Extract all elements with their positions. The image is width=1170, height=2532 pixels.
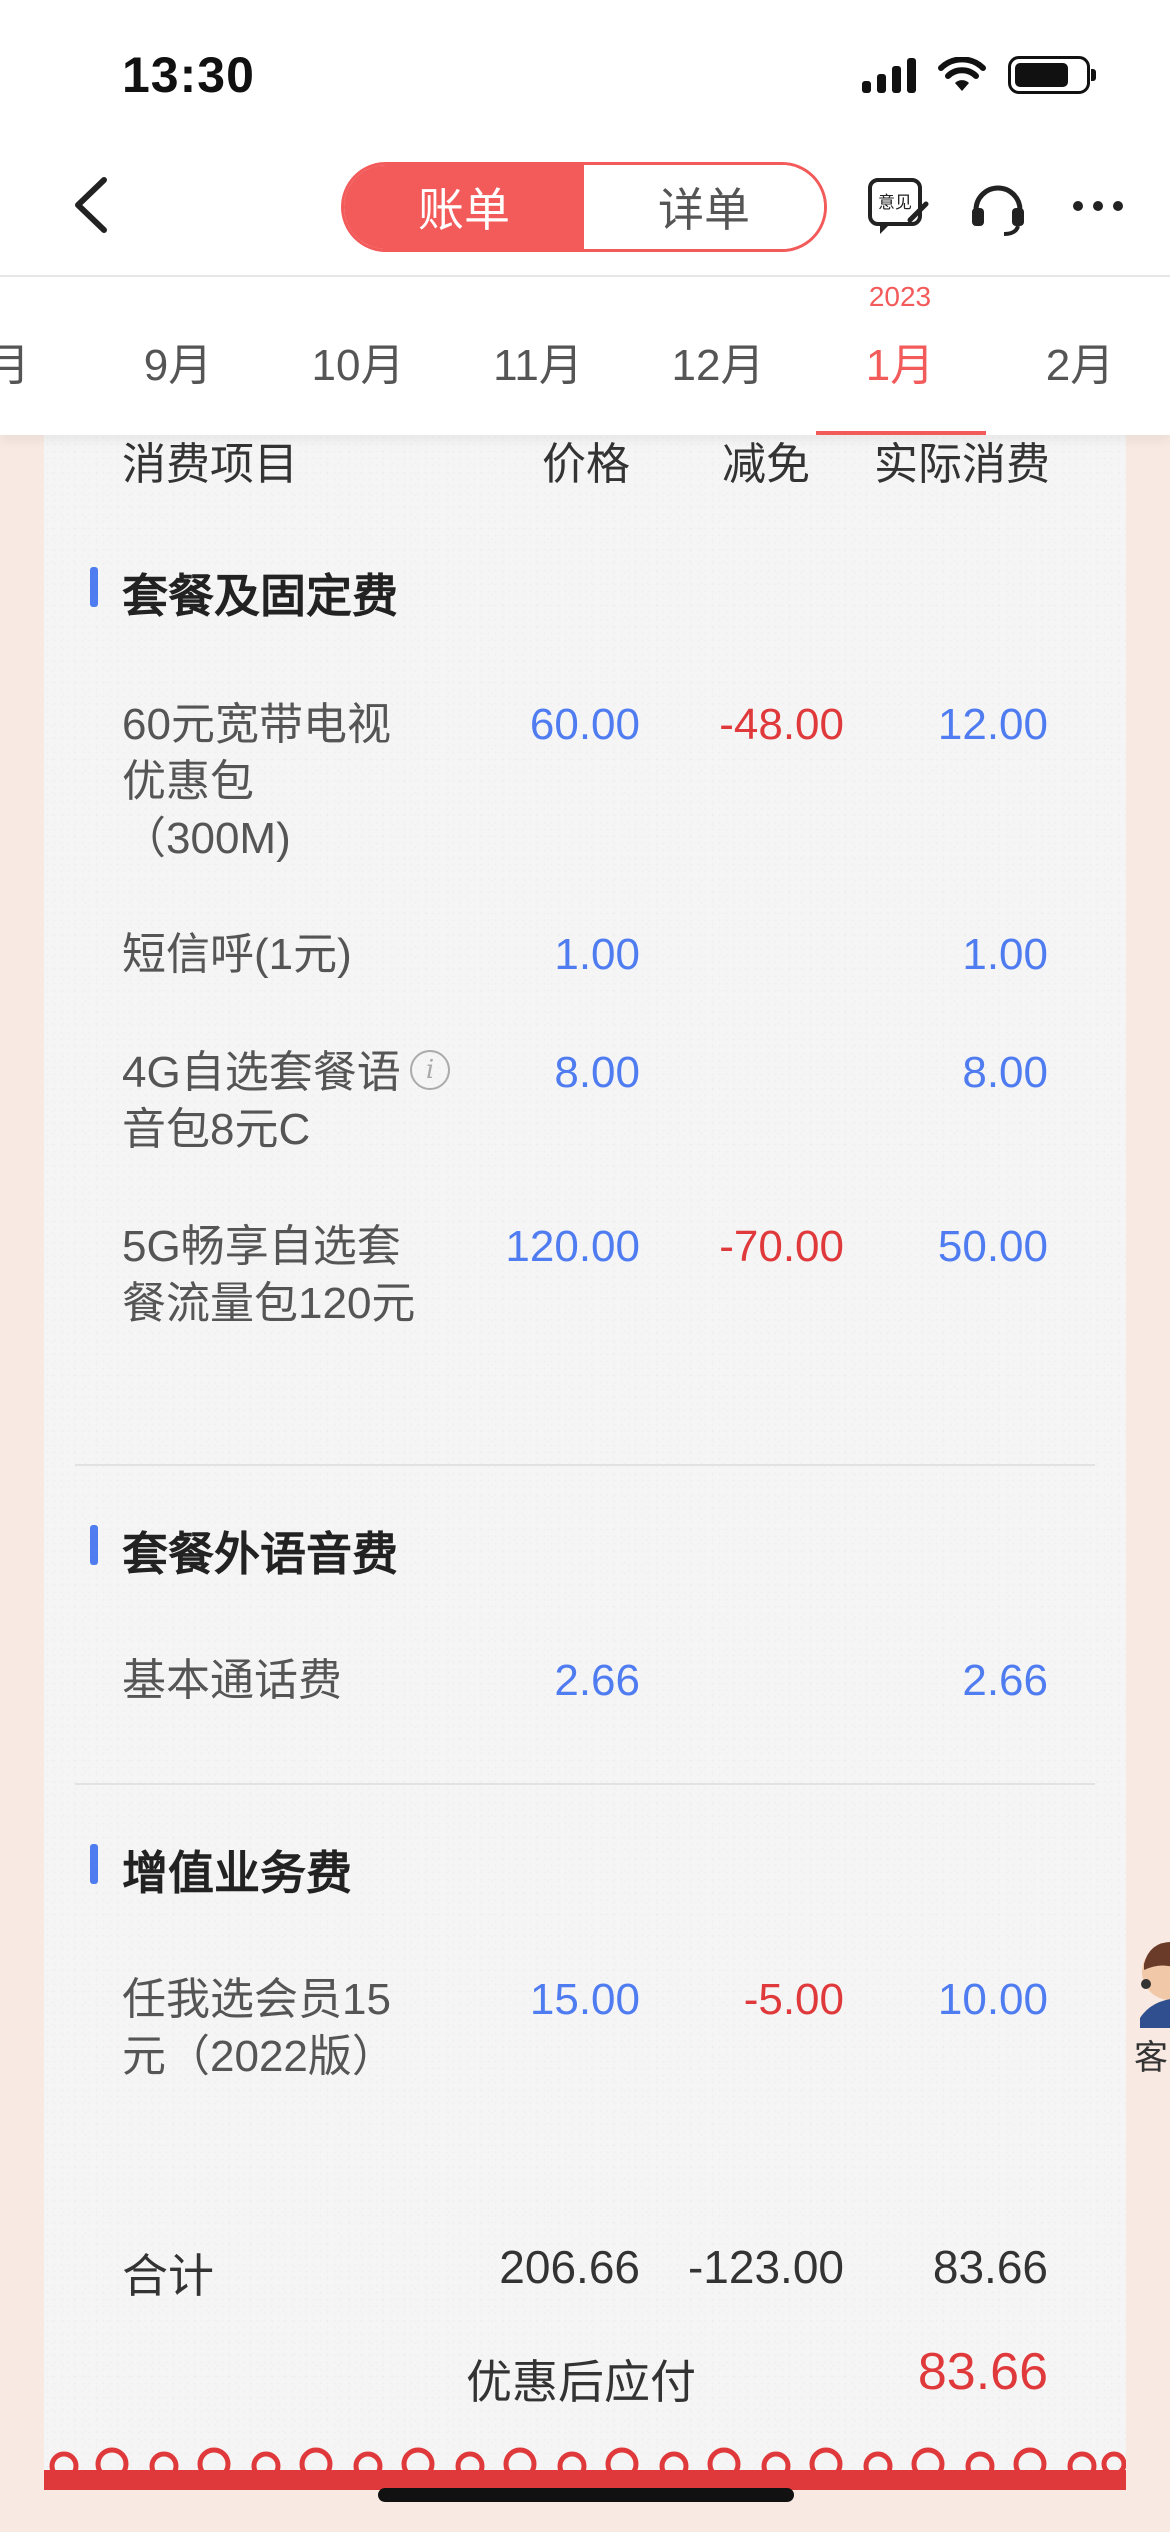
month-tab-nov[interactable]: 11月: [468, 329, 608, 393]
more-button[interactable]: [1066, 174, 1130, 238]
signal-icon: [862, 57, 916, 93]
payable-amount: 83.66: [917, 2343, 1048, 2401]
item-discount: -70.00: [719, 1222, 844, 1271]
item-price: 120.00: [505, 1222, 640, 1271]
section-title: 套餐及固定费: [122, 570, 398, 622]
more-icon: [1073, 201, 1123, 211]
item-discount: -5.00: [743, 1975, 844, 2024]
item-name: 任我选会员15元（2022版）: [122, 1975, 396, 2081]
item-actual: 12.00: [937, 700, 1048, 749]
total-actual: 83.66: [932, 2241, 1048, 2293]
item-actual: 2.66: [962, 1656, 1048, 1705]
tab-bill[interactable]: 账单: [344, 165, 584, 249]
item-price: 2.66: [554, 1656, 640, 1705]
header-price: 价格: [542, 440, 630, 489]
headset-icon: [972, 185, 1024, 236]
total-label: 合计: [122, 2250, 214, 2302]
month-tab-dec[interactable]: 12月: [648, 329, 788, 393]
section-title: 增值业务费: [122, 1847, 352, 1899]
active-month-underline: [816, 431, 986, 435]
section-marker: [90, 1525, 98, 1565]
item-actual: 1.00: [962, 930, 1048, 979]
total-price: 206.66: [499, 2241, 640, 2293]
item-actual: 50.00: [937, 1222, 1048, 1271]
item-price: 8.00: [554, 1048, 640, 1097]
battery-icon: [1008, 56, 1096, 94]
bill-detail-toggle: 账单 详单: [341, 162, 827, 252]
section-title: 套餐外语音费: [122, 1528, 398, 1580]
month-tab-jan[interactable]: 1月: [830, 329, 970, 393]
feedback-icon: 意见: [868, 178, 929, 234]
tab-detail[interactable]: 详单: [584, 165, 824, 249]
item-name: 短信呼(1元): [122, 930, 352, 979]
item-discount: -48.00: [719, 700, 844, 749]
home-indicator: [378, 2488, 794, 2502]
month-tab-year: 2023: [868, 281, 932, 312]
nav-bar: 账单 详单 意见: [0, 150, 1170, 275]
customer-service-label[interactable]: 客: [1134, 2030, 1168, 2079]
info-icon[interactable]: i: [410, 1050, 450, 1090]
month-tab-partial[interactable]: 月: [0, 329, 78, 393]
item-name: 4G自选套餐语音包8元C: [122, 1048, 401, 1154]
feedback-button[interactable]: 意见: [866, 174, 930, 238]
section-divider: [75, 1783, 1095, 1785]
item-name: 5G畅享自选套餐流量包120元: [122, 1222, 416, 1328]
header-item: 消费项目: [122, 440, 298, 489]
month-tabs: 月 9月 10月 11月 12月 2023 1月 2月: [0, 275, 1170, 435]
section-marker: [90, 567, 98, 607]
wifi-icon: [938, 57, 986, 91]
feedback-icon-text: 意见: [878, 193, 912, 213]
section-divider: [75, 1464, 1095, 1466]
item-name: 60元宽带电视优惠包（300M): [122, 700, 391, 863]
month-tab-oct[interactable]: 10月: [288, 329, 428, 393]
status-icons: [862, 56, 1096, 94]
item-price: 60.00: [529, 700, 640, 749]
month-tab-feb[interactable]: 2月: [1010, 329, 1150, 393]
item-price: 15.00: [529, 1975, 640, 2024]
total-discount: -123.00: [687, 2241, 844, 2293]
month-tab-sep[interactable]: 9月: [108, 329, 248, 393]
nav-actions: 意见: [866, 174, 1130, 238]
payable-label: 优惠后应付: [466, 2356, 696, 2408]
header-discount: 减免: [722, 440, 810, 489]
back-button[interactable]: [62, 170, 122, 240]
status-time: 13:30: [122, 47, 255, 103]
back-icon: [75, 177, 107, 233]
status-bar: 13:30: [0, 0, 1170, 150]
item-name: 基本通话费: [122, 1656, 342, 1705]
item-price: 1.00: [554, 930, 640, 979]
header-actual: 实际消费: [874, 440, 1050, 489]
item-actual: 10.00: [937, 1975, 1048, 2024]
item-actual: 8.00: [962, 1048, 1048, 1097]
section-marker: [90, 1844, 98, 1884]
cloud-border-decoration: [44, 2447, 1126, 2490]
customer-service-button[interactable]: [966, 174, 1030, 238]
